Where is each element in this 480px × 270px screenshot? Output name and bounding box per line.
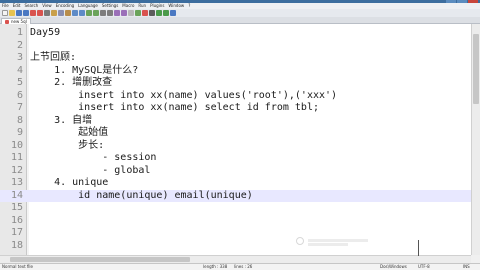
line-number: 17 xyxy=(10,227,23,238)
editor-line[interactable]: 6 insert into xx(name) values('root'),('… xyxy=(0,90,480,103)
line-text: insert into xx(name) select id from tbl; xyxy=(30,102,319,113)
save-icon[interactable] xyxy=(16,10,22,16)
watermark-bar xyxy=(308,243,348,246)
editor-line[interactable]: 16 xyxy=(0,215,480,228)
status-mode: INS xyxy=(463,264,470,269)
record-macro-icon[interactable] xyxy=(142,10,148,16)
editor-line[interactable]: 8 3. 自增 xyxy=(0,115,480,128)
line-number: 3 xyxy=(16,52,23,63)
unsaved-file-icon xyxy=(5,19,9,24)
line-text: 上节回顾: xyxy=(30,52,77,63)
save-macro-icon[interactable] xyxy=(170,10,176,16)
replace-icon[interactable] xyxy=(93,10,99,16)
run-macro-multiple-icon[interactable] xyxy=(163,10,169,16)
line-number: 8 xyxy=(16,114,23,126)
zoom-in-icon[interactable] xyxy=(100,10,106,16)
word-wrap-icon[interactable] xyxy=(121,10,127,16)
toolbar xyxy=(0,9,480,17)
line-number: 13 xyxy=(10,177,23,188)
editor-line[interactable]: 1 Day59 xyxy=(0,27,480,40)
print-icon[interactable] xyxy=(44,10,50,16)
watermark-bar xyxy=(308,239,368,242)
editor-line[interactable]: 15 xyxy=(0,202,480,215)
editor-line[interactable]: 14 id name(unique) email(unique) xyxy=(0,189,480,202)
status-bar: Normal text file length : 338 lines : 26… xyxy=(0,263,480,270)
line-text: 4. unique xyxy=(30,177,109,188)
indent-guide-icon[interactable] xyxy=(135,10,141,16)
open-file-icon[interactable] xyxy=(9,10,15,16)
editor-line[interactable]: 9 起始值 xyxy=(0,127,480,140)
play-macro-icon[interactable] xyxy=(156,10,162,16)
status-lines: lines : 26 xyxy=(234,264,253,269)
line-number: 1 xyxy=(16,27,23,38)
zoom-out-icon[interactable] xyxy=(107,10,113,16)
editor-line[interactable]: 10 步长: xyxy=(0,140,480,153)
close-file-icon[interactable] xyxy=(30,10,36,16)
vertical-scroll-thumb[interactable] xyxy=(473,34,479,104)
horizontal-scroll-thumb[interactable] xyxy=(10,257,190,262)
line-text: 1. MySQL是什么? xyxy=(30,64,139,76)
line-text: 起始值 xyxy=(30,127,109,138)
line-text: 2. 增删改查 xyxy=(30,77,113,88)
line-number: 2 xyxy=(16,39,23,51)
line-text: id name(unique) email(unique) xyxy=(30,189,253,201)
close-all-icon[interactable] xyxy=(37,10,43,16)
line-text: - session xyxy=(30,152,157,163)
line-number: 16 xyxy=(10,214,23,226)
sync-scroll-icon[interactable] xyxy=(114,10,120,16)
line-number: 7 xyxy=(16,102,23,113)
line-number: 9 xyxy=(16,127,23,138)
line-text: 步长: xyxy=(30,139,105,151)
text-cursor xyxy=(418,240,419,256)
paste-icon[interactable] xyxy=(65,10,71,16)
undo-icon[interactable] xyxy=(72,10,78,16)
status-eol: Dos\Windows xyxy=(380,264,407,269)
line-number: 18 xyxy=(10,239,23,251)
redo-icon[interactable] xyxy=(79,10,85,16)
editor[interactable]: 1 Day59 2 3 上节回顾: 4 1. MySQL是什么? 5 2. 增删改查 6 in… xyxy=(0,24,480,255)
editor-line[interactable]: 2 xyxy=(0,40,480,53)
line-number: 6 xyxy=(16,89,23,101)
editor-line[interactable]: 4 1. MySQL是什么? xyxy=(0,65,480,78)
editor-line[interactable]: 13 4. unique xyxy=(0,177,480,190)
watermark-icon xyxy=(296,237,304,245)
new-file-icon[interactable] xyxy=(2,10,8,16)
horizontal-scrollbar[interactable] xyxy=(0,255,471,263)
line-text: 3. 自增 xyxy=(30,114,93,126)
line-number: 10 xyxy=(10,139,23,151)
line-number: 15 xyxy=(10,202,23,213)
status-file-type: Normal text file xyxy=(2,264,34,269)
line-number: 11 xyxy=(10,152,23,163)
copy-icon[interactable] xyxy=(58,10,64,16)
tab-strip: new 5ql xyxy=(0,17,480,24)
line-number: 4 xyxy=(16,64,23,76)
editor-line[interactable]: 11 - session xyxy=(0,152,480,165)
save-all-icon[interactable] xyxy=(23,10,29,16)
status-length: length : 338 xyxy=(203,264,228,269)
editor-line[interactable]: 3 上节回顾: xyxy=(0,52,480,65)
line-number: 12 xyxy=(10,164,23,176)
status-encoding: UTF-8 xyxy=(418,264,430,269)
watermark xyxy=(296,236,416,246)
editor-line[interactable]: 12 - global xyxy=(0,165,480,178)
editor-line[interactable]: 5 2. 增删改查 xyxy=(0,77,480,90)
line-text: - global xyxy=(30,164,151,176)
stop-macro-icon[interactable] xyxy=(149,10,155,16)
show-all-chars-icon[interactable] xyxy=(128,10,134,16)
find-icon[interactable] xyxy=(86,10,92,16)
line-text: Day59 xyxy=(30,27,61,38)
vertical-scrollbar[interactable] xyxy=(471,24,480,255)
line-number: 5 xyxy=(16,77,23,88)
line-text: insert into xx(name) values('root'),('xx… xyxy=(30,89,338,101)
editor-line[interactable]: 7 insert into xx(name) select id from tb… xyxy=(0,102,480,115)
line-number: 14 xyxy=(10,189,23,201)
cut-icon[interactable] xyxy=(51,10,57,16)
